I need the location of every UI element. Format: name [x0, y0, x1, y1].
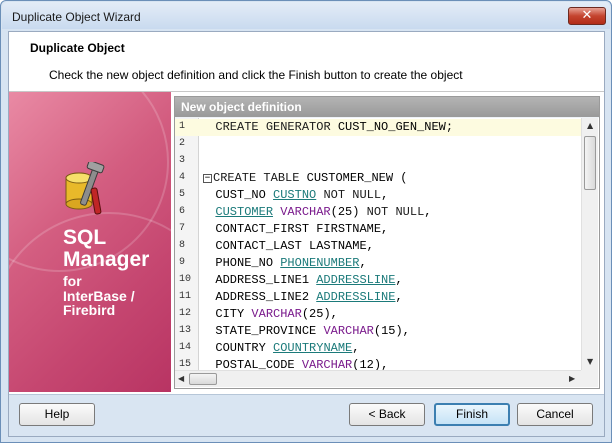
code-text: CREATE GENERATOR CUST_NO_GEN_NEW;: [215, 120, 454, 134]
product-name-line: Firebird: [63, 302, 116, 319]
code-line[interactable]: 1 CREATE GENERATOR CUST_NO_GEN_NEW;: [175, 119, 581, 136]
product-name-line: InterBase /: [63, 287, 135, 304]
code-text: CREATE TABLE CUSTOMER_NEW (: [213, 171, 408, 185]
line-number: 3: [179, 155, 186, 166]
code-line[interactable]: 9 PHONE_NO PHONENUMBER,: [175, 255, 581, 272]
line-number: 10: [179, 274, 192, 285]
scrollbar-corner: [581, 370, 598, 387]
fold-minus-icon[interactable]: −: [203, 174, 212, 183]
wizard-window: Duplicate Object Wizard ✕ Duplicate Obje…: [0, 0, 612, 443]
line-number: 14: [179, 342, 192, 353]
code-line[interactable]: 3: [175, 153, 581, 170]
finish-button[interactable]: Finish: [434, 403, 510, 426]
code-text: CITY VARCHAR(25),: [215, 307, 338, 321]
back-button[interactable]: < Back: [349, 403, 425, 426]
line-number: 6: [179, 206, 186, 217]
line-number: 13: [179, 325, 192, 336]
code-line[interactable]: 5 CUST_NO CUSTNO NOT NULL,: [175, 187, 581, 204]
code-text: PHONE_NO PHONENUMBER,: [215, 256, 367, 270]
code-text: CUSTOMER VARCHAR(25) NOT NULL,: [215, 205, 432, 219]
code-line[interactable]: 12 CITY VARCHAR(25),: [175, 306, 581, 323]
line-number: 15: [179, 359, 192, 370]
code-line[interactable]: 7 CONTACT_FIRST FIRSTNAME,: [175, 221, 581, 238]
vertical-scroll-thumb[interactable]: [584, 136, 596, 190]
panel-caption: New object definition: [175, 97, 599, 117]
line-number: 4: [179, 172, 186, 183]
scroll-right-arrow-icon[interactable]: ▶: [569, 374, 575, 383]
line-number: 5: [179, 189, 186, 200]
code-line[interactable]: 11 ADDRESS_LINE2 ADDRESSLINE,: [175, 289, 581, 306]
horizontal-scrollbar[interactable]: ◀ ▶: [175, 370, 581, 387]
line-number: 7: [179, 223, 186, 234]
scroll-down-arrow-icon[interactable]: ▼: [587, 357, 593, 366]
close-icon: ✕: [581, 8, 593, 23]
code-text: CONTACT_FIRST FIRSTNAME,: [215, 222, 389, 236]
wizard-footer: Help < Back Finish Cancel: [9, 394, 604, 436]
product-name-line: SQL: [63, 226, 107, 249]
cancel-button[interactable]: Cancel: [517, 403, 593, 426]
wizard-client-area: Duplicate Object Check the new object de…: [8, 31, 605, 437]
page-subtitle: Check the new object definition and clic…: [49, 68, 463, 82]
sql-editor[interactable]: 1 CREATE GENERATOR CUST_NO_GEN_NEW; 2 3 4− C…: [175, 118, 599, 388]
product-name-line: Manager: [63, 248, 150, 272]
code-text: CONTACT_LAST LASTNAME,: [215, 239, 374, 253]
code-line[interactable]: 14 COUNTRY COUNTRYNAME,: [175, 340, 581, 357]
product-name-line: for: [63, 273, 82, 290]
line-number: 8: [179, 240, 186, 251]
database-tools-icon: [65, 162, 105, 215]
product-name: SQL Manager for InterBase / Firebird: [63, 226, 150, 319]
horizontal-scroll-thumb[interactable]: [189, 373, 217, 385]
line-number: 11: [179, 291, 192, 302]
code-line[interactable]: 13 STATE_PROVINCE VARCHAR(15),: [175, 323, 581, 340]
code-line[interactable]: 8 CONTACT_LAST LASTNAME,: [175, 238, 581, 255]
page-title: Duplicate Object: [30, 41, 125, 55]
definition-panel: New object definition 1 CREATE GENERATOR…: [174, 96, 600, 389]
code-line[interactable]: 6 CUSTOMER VARCHAR(25) NOT NULL,: [175, 204, 581, 221]
wizard-header: Duplicate Object Check the new object de…: [9, 32, 604, 92]
line-number: 9: [179, 257, 186, 268]
close-button[interactable]: ✕: [568, 7, 606, 25]
scroll-up-arrow-icon[interactable]: ▲: [587, 121, 593, 130]
code-text: COUNTRY COUNTRYNAME,: [215, 341, 360, 355]
line-number: 12: [179, 308, 192, 319]
window-title: Duplicate Object Wizard: [12, 10, 141, 24]
vertical-scrollbar[interactable]: ▲ ▼: [581, 118, 598, 370]
scroll-left-arrow-icon[interactable]: ◀: [178, 374, 184, 383]
code-text: CUST_NO CUSTNO NOT NULL,: [215, 188, 389, 202]
title-bar[interactable]: Duplicate Object Wizard ✕: [2, 2, 610, 29]
sidebar-banner: SQL Manager for InterBase / Firebird: [9, 92, 171, 392]
line-number: 2: [179, 138, 186, 149]
code-text: ADDRESS_LINE2 ADDRESSLINE,: [215, 290, 403, 304]
code-line[interactable]: 2: [175, 136, 581, 153]
code-line[interactable]: 10 ADDRESS_LINE1 ADDRESSLINE,: [175, 272, 581, 289]
code-text: ADDRESS_LINE1 ADDRESSLINE,: [215, 273, 403, 287]
code-text: STATE_PROVINCE VARCHAR(15),: [215, 324, 410, 338]
help-button[interactable]: Help: [19, 403, 95, 426]
code-line[interactable]: 4 − CREATE TABLE CUSTOMER_NEW (: [175, 170, 581, 187]
line-number: 1: [179, 121, 186, 132]
